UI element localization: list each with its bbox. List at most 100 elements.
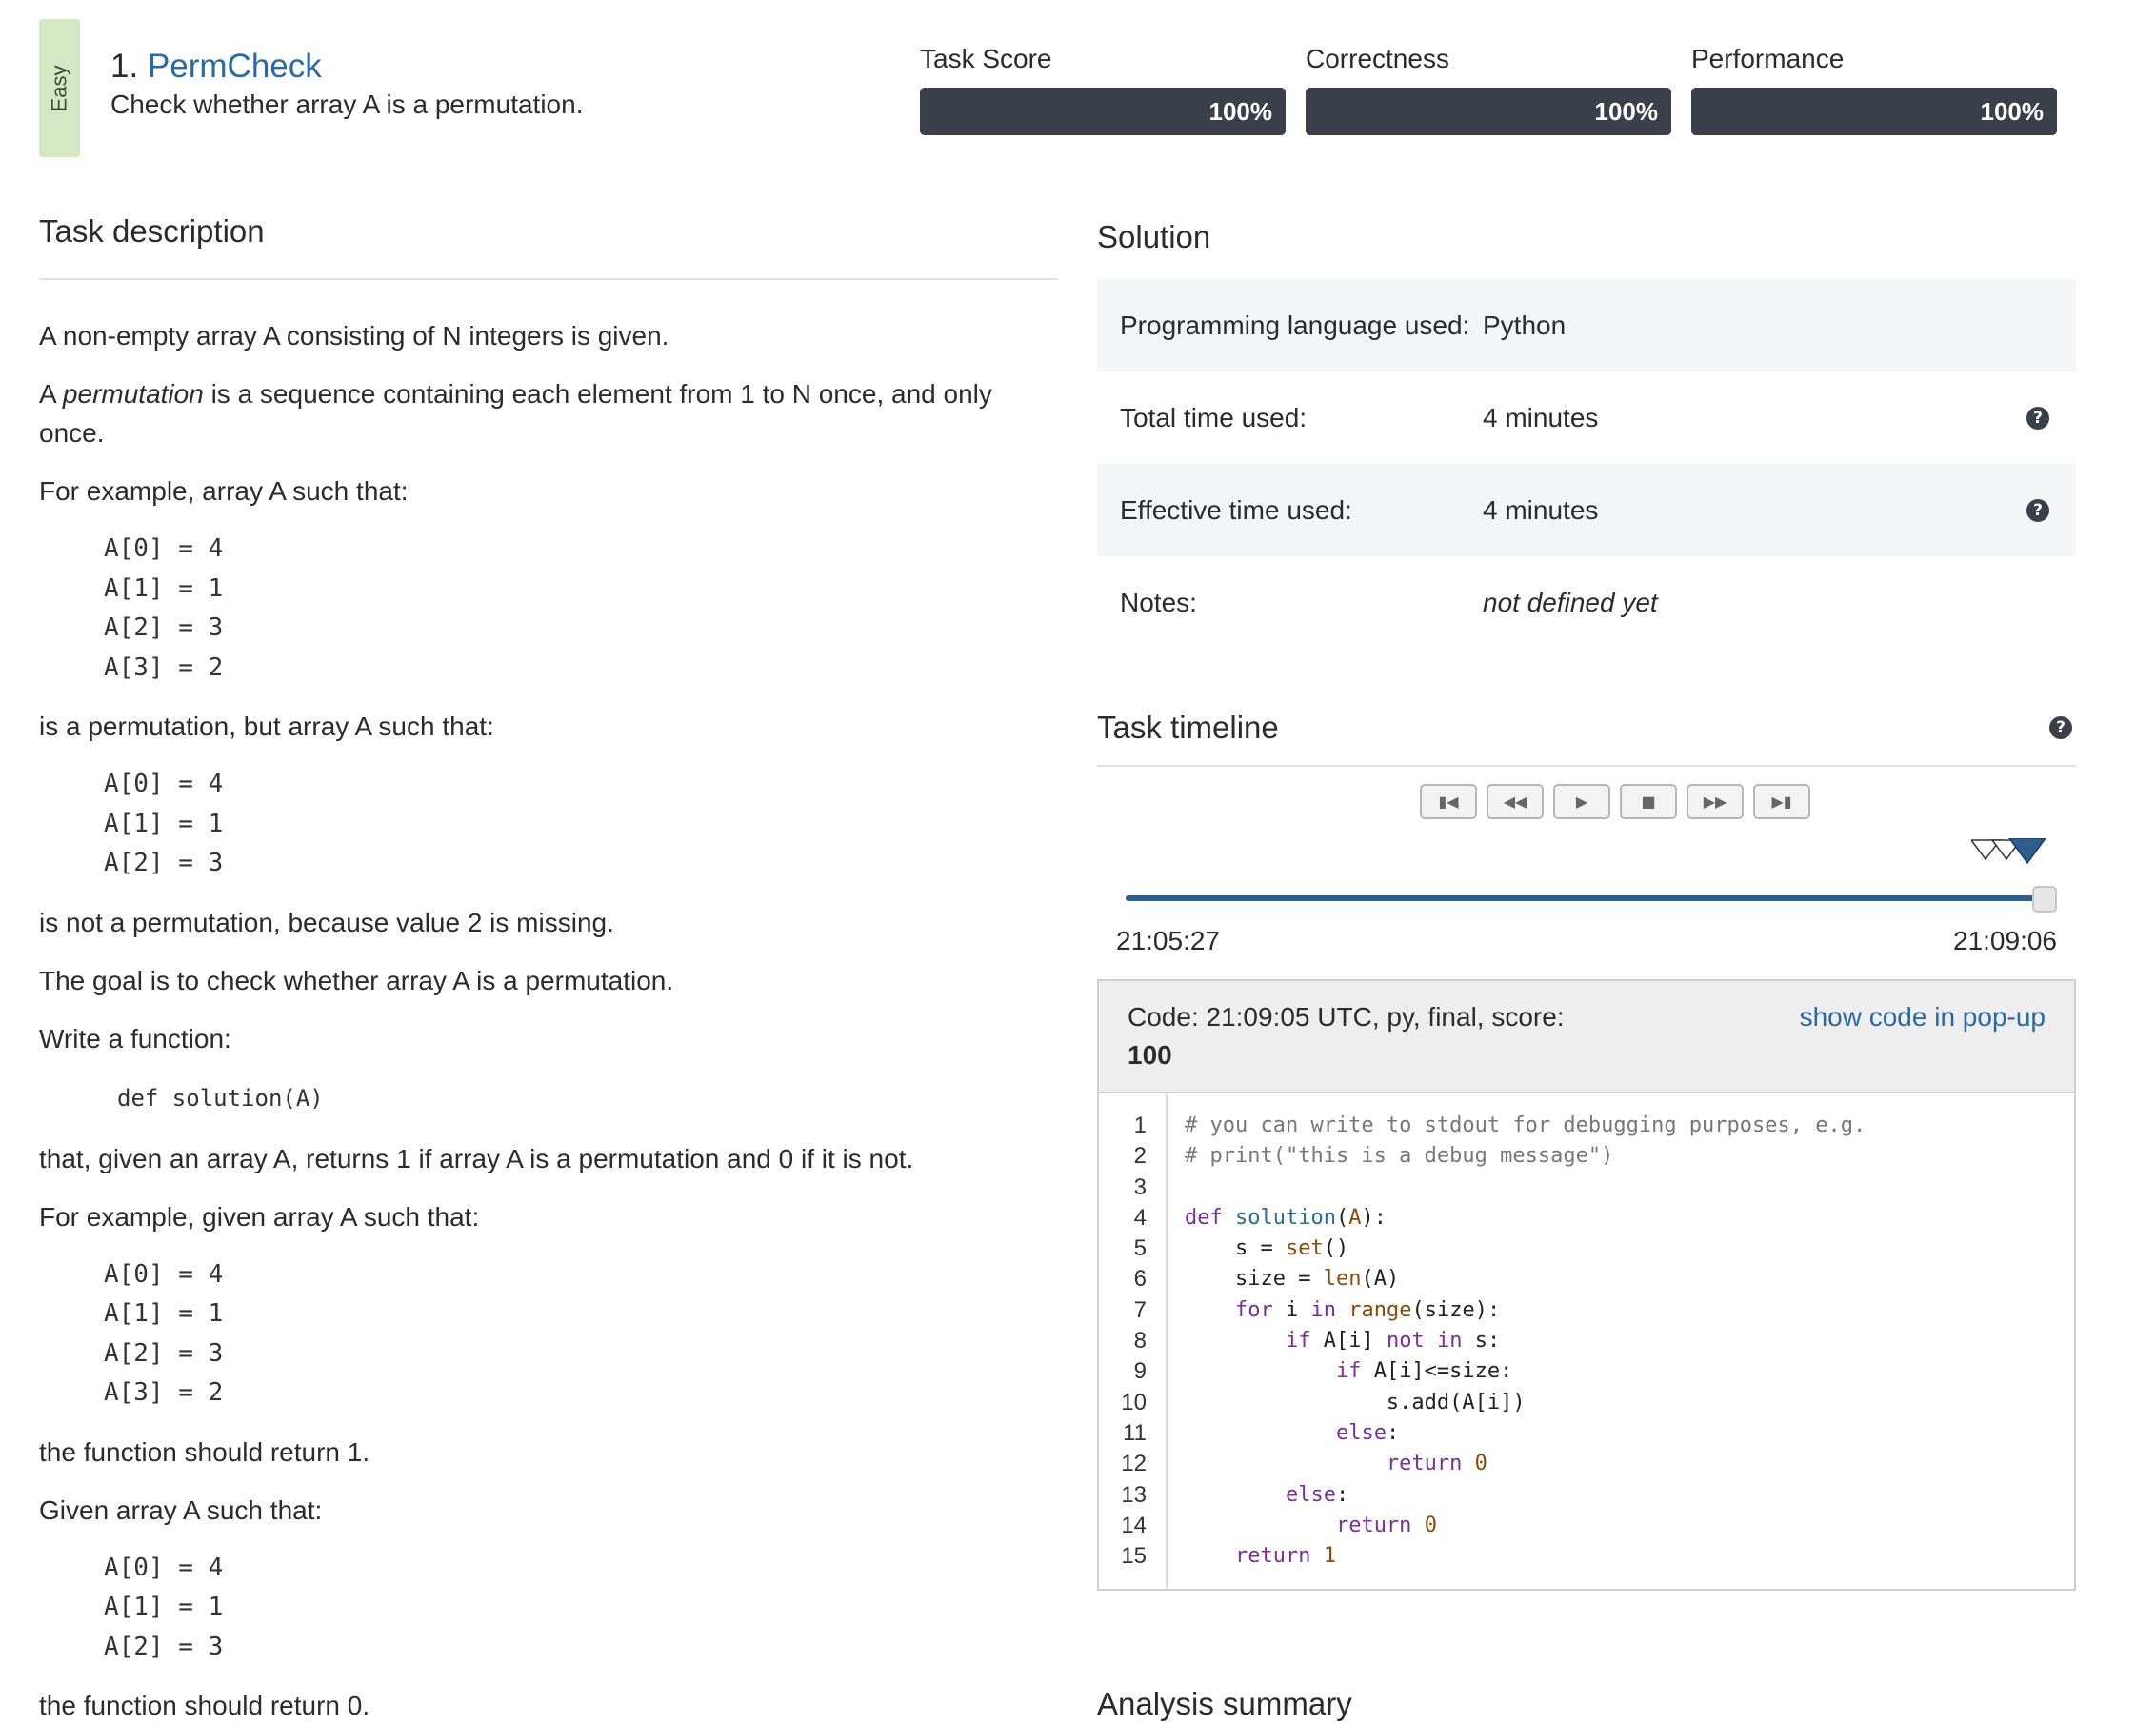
- desc-paragraph: A non-empty array A consisting of N inte…: [39, 321, 669, 351]
- desc-paragraph: For example, given array A such that:: [39, 1201, 480, 1232]
- desc-paragraph: that, given an array A, returns 1 if arr…: [39, 1143, 914, 1173]
- info-value: Python: [1483, 310, 1567, 340]
- info-row-notes: Notes: not defined yet: [1097, 556, 2076, 649]
- desc-paragraph: Write a function:: [39, 1023, 231, 1053]
- info-row-effective-time: Effective time used: 4 minutes ?: [1097, 464, 2076, 556]
- divider: [39, 278, 1058, 280]
- timeline-track-fill: [1126, 895, 2057, 901]
- timeline-times: 21:05:27 21:09:06: [1097, 926, 2076, 956]
- info-row-language: Programming language used: Python: [1097, 279, 2076, 371]
- performance-value: 100%: [1980, 96, 2045, 126]
- desc-paragraph: is a permutation, but array A such that:: [39, 712, 494, 741]
- info-value: 4 minutes: [1483, 494, 1599, 525]
- code-header: Code: 21:09:05 UTC, py, final, score: 10…: [1099, 981, 2074, 1093]
- timeline-end-time: 21:09:06: [1953, 926, 2057, 955]
- task-description-panel: Task description A non-empty array A con…: [39, 210, 1058, 1725]
- example-array: A[0] = 4 A[1] = 1 A[2] = 3 A[3] = 2: [104, 1259, 224, 1408]
- timeline-start-time: 21:05:27: [1116, 926, 1220, 955]
- task-score-label: Task Score: [920, 44, 1052, 73]
- difficulty-badge: Easy: [39, 19, 80, 157]
- timeline-slider[interactable]: [1097, 819, 2076, 924]
- help-icon[interactable]: ?: [2026, 406, 2049, 430]
- play-button[interactable]: ▶: [1553, 784, 1610, 819]
- solution-panel: Solution Programming language used: Pyth…: [1097, 210, 2076, 1592]
- info-key: Notes:: [1120, 587, 1197, 617]
- show-code-popup-link[interactable]: show code in pop-up: [1800, 998, 2046, 1074]
- desc-emphasis: permutation: [62, 379, 204, 409]
- task-score: Task Score 100%: [920, 44, 1286, 135]
- source-code: # you can write to stdout for debugging …: [1185, 1113, 1867, 1569]
- example-array: A[0] = 4 A[1] = 1 A[2] = 3: [104, 770, 224, 877]
- stop-button[interactable]: ■: [1620, 784, 1677, 819]
- submission-markers: [1971, 838, 2046, 865]
- last-frame-button[interactable]: ▶▮: [1753, 784, 1810, 819]
- desc-paragraph: The goal is to check whether array A is …: [39, 965, 674, 995]
- line-number: 6: [1133, 1266, 1147, 1293]
- line-number: 9: [1133, 1358, 1147, 1385]
- timeline-handle[interactable]: [2032, 886, 2057, 913]
- code-score: 100: [1128, 1040, 1172, 1070]
- task-name-link[interactable]: PermCheck: [148, 48, 322, 85]
- line-number: 15: [1121, 1543, 1147, 1570]
- skip-end-icon: ▶▮: [1771, 792, 1792, 811]
- help-icon[interactable]: ?: [2049, 716, 2072, 739]
- timeline-player-controls: ▮◀ ◀◀ ▶ ■ ▶▶ ▶▮: [1154, 784, 2076, 819]
- solution-title: Solution: [1097, 219, 1211, 254]
- desc-paragraph: is not a permutation, because value 2 is…: [39, 907, 614, 937]
- rewind-button[interactable]: ◀◀: [1487, 784, 1544, 819]
- line-number: 14: [1121, 1512, 1147, 1538]
- task-score-value: 100%: [1208, 96, 1273, 126]
- line-number: 3: [1133, 1173, 1147, 1200]
- example-array: A[0] = 4 A[1] = 1 A[2] = 3 A[3] = 2: [104, 534, 224, 682]
- desc-paragraph: the function should return 0.: [39, 1691, 370, 1720]
- divider: [1097, 765, 2076, 767]
- correctness-label: Correctness: [1306, 44, 1449, 73]
- task-description-title: Task description: [39, 213, 265, 249]
- info-key: Programming language used:: [1120, 310, 1470, 340]
- example-array: A[0] = 4 A[1] = 1 A[2] = 3: [104, 1553, 224, 1661]
- line-number: 11: [1123, 1419, 1147, 1446]
- info-key: Effective time used:: [1120, 494, 1352, 525]
- line-number: 2: [1133, 1143, 1147, 1170]
- correctness-bar: 100%: [1306, 88, 1671, 135]
- performance-score: Performance 100%: [1691, 44, 2057, 135]
- stop-icon: ■: [1641, 792, 1656, 811]
- help-icon[interactable]: ?: [2026, 498, 2049, 522]
- final-submission-marker-icon: [2008, 838, 2046, 865]
- desc-paragraph: the function should return 1.: [39, 1436, 370, 1467]
- line-number: 1: [1133, 1113, 1147, 1138]
- timeline-track: [1126, 895, 2057, 901]
- line-number-gutter: 1 2 3 4 5 6 7 8 9 10 11 12 13 14 15: [1099, 1093, 1168, 1590]
- performance-label: Performance: [1691, 44, 1845, 73]
- desc-text: A: [39, 379, 63, 409]
- line-number: 10: [1121, 1389, 1147, 1415]
- info-key: Total time used:: [1120, 402, 1308, 432]
- task-summary: Check whether array A is a permutation.: [110, 90, 584, 119]
- code-meta: Code: 21:09:05 UTC, py, final, score: 10…: [1128, 998, 1565, 1074]
- info-value: not defined yet: [1483, 587, 1658, 617]
- fast-forward-icon: ▶▶: [1703, 792, 1727, 811]
- line-number: 4: [1133, 1204, 1147, 1231]
- task-title: 1. PermCheck: [110, 48, 322, 86]
- line-number: 7: [1133, 1296, 1147, 1323]
- rewind-icon: ◀◀: [1503, 792, 1527, 811]
- first-frame-button[interactable]: ▮◀: [1420, 784, 1477, 819]
- fast-forward-button[interactable]: ▶▶: [1687, 784, 1744, 819]
- line-number: 12: [1121, 1451, 1147, 1477]
- desc-paragraph: Given array A such that:: [39, 1494, 323, 1525]
- info-value: 4 minutes: [1483, 402, 1599, 432]
- performance-bar: 100%: [1691, 88, 2057, 135]
- task-number: 1.: [110, 48, 139, 85]
- info-row-total-time: Total time used: 4 minutes ?: [1097, 371, 2076, 464]
- code-editor: 1 2 3 4 5 6 7 8 9 10 11 12 13 14 15 # you can write to…: [1099, 1093, 2074, 1590]
- desc-paragraph: A permutation is a sequence containing e…: [39, 374, 1058, 452]
- correctness-value: 100%: [1594, 96, 1659, 126]
- task-score-bar: 100%: [920, 88, 1286, 135]
- skip-start-icon: ▮◀: [1438, 792, 1459, 811]
- line-number: 8: [1133, 1328, 1147, 1354]
- solution-info-table: Programming language used: Python Total …: [1097, 279, 2076, 649]
- function-signature: def solution(A): [117, 1084, 324, 1112]
- line-number: 5: [1133, 1235, 1147, 1262]
- correctness-score: Correctness 100%: [1306, 44, 1671, 135]
- timeline-title: Task timeline: [1097, 710, 1279, 745]
